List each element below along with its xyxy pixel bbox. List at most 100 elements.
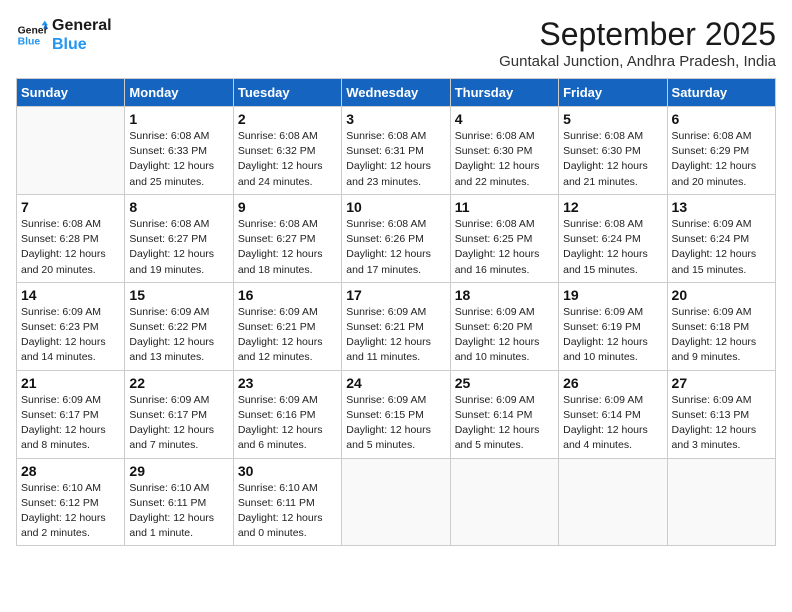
calendar-cell: 8 Sunrise: 6:08 AM Sunset: 6:27 PM Daylig… (125, 194, 233, 282)
calendar-cell: 13 Sunrise: 6:09 AM Sunset: 6:24 PM Dayli… (667, 194, 775, 282)
day-info: Sunrise: 6:08 AM Sunset: 6:28 PM Dayligh… (21, 218, 106, 276)
day-number: 7 (21, 199, 120, 215)
day-info: Sunrise: 6:09 AM Sunset: 6:15 PM Dayligh… (346, 394, 431, 452)
day-info: Sunrise: 6:09 AM Sunset: 6:17 PM Dayligh… (129, 394, 214, 452)
calendar-cell (559, 458, 667, 546)
day-header-sunday: Sunday (17, 79, 125, 107)
calendar-week-0: 1Sunrise: 6:08 AM Sunset: 6:33 PM Daylig… (17, 107, 776, 195)
day-number: 19 (563, 287, 662, 303)
day-number: 9 (238, 199, 337, 215)
header: General Blue General Blue September 2025… (16, 16, 776, 70)
calendar-cell: 7 Sunrise: 6:08 AM Sunset: 6:28 PM Daylig… (17, 194, 125, 282)
calendar-cell (667, 458, 775, 546)
day-info: Sunrise: 6:08 AM Sunset: 6:32 PM Dayligh… (238, 130, 323, 188)
calendar-cell: 26Sunrise: 6:09 AM Sunset: 6:14 PM Dayli… (559, 370, 667, 458)
day-number: 8 (129, 199, 228, 215)
calendar-week-4: 28Sunrise: 6:10 AM Sunset: 6:12 PM Dayli… (17, 458, 776, 546)
title-area: September 2025 Guntakal Junction, Andhra… (499, 16, 776, 70)
day-number: 10 (346, 199, 445, 215)
logo: General Blue General Blue (16, 16, 112, 54)
day-number: 21 (21, 375, 120, 391)
calendar-cell: 16 Sunrise: 6:09 AM Sunset: 6:21 PM Dayli… (233, 282, 341, 370)
day-number: 11 (455, 199, 554, 215)
calendar-cell: 17 Sunrise: 6:09 AM Sunset: 6:21 PM Dayli… (342, 282, 450, 370)
day-header-thursday: Thursday (450, 79, 558, 107)
day-info: Sunrise: 6:08 AM Sunset: 6:27 PM Dayligh… (238, 218, 323, 276)
day-info: Sunrise: 6:08 AM Sunset: 6:30 PM Dayligh… (563, 130, 648, 188)
day-info: Sunrise: 6:09 AM Sunset: 6:21 PM Dayligh… (346, 306, 431, 364)
calendar-body: 1Sunrise: 6:08 AM Sunset: 6:33 PM Daylig… (17, 107, 776, 546)
day-number: 4 (455, 111, 554, 127)
calendar-cell: 24 Sunrise: 6:09 AM Sunset: 6:15 PM Dayli… (342, 370, 450, 458)
calendar-cell: 4 Sunrise: 6:08 AM Sunset: 6:30 PM Daylig… (450, 107, 558, 195)
day-number: 16 (238, 287, 337, 303)
logo-icon: General Blue (16, 19, 48, 51)
calendar-cell: 20Sunrise: 6:09 AM Sunset: 6:18 PM Dayli… (667, 282, 775, 370)
day-info: Sunrise: 6:10 AM Sunset: 6:12 PM Dayligh… (21, 482, 106, 540)
calendar-header-row: SundayMondayTuesdayWednesdayThursdayFrid… (17, 79, 776, 107)
day-info: Sunrise: 6:09 AM Sunset: 6:19 PM Dayligh… (563, 306, 648, 364)
day-info: Sunrise: 6:09 AM Sunset: 6:22 PM Dayligh… (129, 306, 214, 364)
calendar-week-3: 21 Sunrise: 6:09 AM Sunset: 6:17 PM Dayli… (17, 370, 776, 458)
day-number: 14 (21, 287, 120, 303)
calendar-cell: 14 Sunrise: 6:09 AM Sunset: 6:23 PM Dayli… (17, 282, 125, 370)
day-info: Sunrise: 6:09 AM Sunset: 6:20 PM Dayligh… (455, 306, 540, 364)
day-number: 17 (346, 287, 445, 303)
calendar-cell: 2Sunrise: 6:08 AM Sunset: 6:32 PM Daylig… (233, 107, 341, 195)
calendar-week-1: 7 Sunrise: 6:08 AM Sunset: 6:28 PM Daylig… (17, 194, 776, 282)
day-number: 15 (129, 287, 228, 303)
logo-blue: Blue (52, 35, 112, 54)
day-number: 24 (346, 375, 445, 391)
day-number: 13 (672, 199, 771, 215)
calendar-cell: 18 Sunrise: 6:09 AM Sunset: 6:20 PM Dayli… (450, 282, 558, 370)
day-header-friday: Friday (559, 79, 667, 107)
day-number: 3 (346, 111, 445, 127)
day-info: Sunrise: 6:08 AM Sunset: 6:27 PM Dayligh… (129, 218, 214, 276)
day-info: Sunrise: 6:09 AM Sunset: 6:23 PM Dayligh… (21, 306, 106, 364)
day-info: Sunrise: 6:08 AM Sunset: 6:25 PM Dayligh… (455, 218, 540, 276)
day-number: 29 (129, 463, 228, 479)
calendar-cell (342, 458, 450, 546)
day-info: Sunrise: 6:08 AM Sunset: 6:29 PM Dayligh… (672, 130, 757, 188)
calendar-cell: 27 Sunrise: 6:09 AM Sunset: 6:13 PM Dayli… (667, 370, 775, 458)
day-info: Sunrise: 6:09 AM Sunset: 6:13 PM Dayligh… (672, 394, 757, 452)
calendar-cell: 11 Sunrise: 6:08 AM Sunset: 6:25 PM Dayli… (450, 194, 558, 282)
day-info: Sunrise: 6:09 AM Sunset: 6:14 PM Dayligh… (455, 394, 540, 452)
calendar-cell: 30Sunrise: 6:10 AM Sunset: 6:11 PM Dayli… (233, 458, 341, 546)
day-info: Sunrise: 6:10 AM Sunset: 6:11 PM Dayligh… (129, 482, 214, 540)
day-number: 27 (672, 375, 771, 391)
calendar-cell: 29 Sunrise: 6:10 AM Sunset: 6:11 PM Dayli… (125, 458, 233, 546)
calendar-cell: 23 Sunrise: 6:09 AM Sunset: 6:16 PM Dayli… (233, 370, 341, 458)
day-number: 23 (238, 375, 337, 391)
calendar-cell: 21 Sunrise: 6:09 AM Sunset: 6:17 PM Dayli… (17, 370, 125, 458)
day-number: 25 (455, 375, 554, 391)
logo-general: General (52, 16, 112, 35)
day-info: Sunrise: 6:10 AM Sunset: 6:11 PM Dayligh… (238, 482, 323, 540)
day-info: Sunrise: 6:08 AM Sunset: 6:30 PM Dayligh… (455, 130, 540, 188)
day-info: Sunrise: 6:09 AM Sunset: 6:18 PM Dayligh… (672, 306, 757, 364)
day-number: 12 (563, 199, 662, 215)
calendar-cell: 5 Sunrise: 6:08 AM Sunset: 6:30 PM Daylig… (559, 107, 667, 195)
day-number: 18 (455, 287, 554, 303)
calendar-cell: 22 Sunrise: 6:09 AM Sunset: 6:17 PM Dayli… (125, 370, 233, 458)
day-header-monday: Monday (125, 79, 233, 107)
month-title: September 2025 (499, 16, 776, 53)
calendar-cell (17, 107, 125, 195)
calendar-cell (450, 458, 558, 546)
calendar-cell: 1Sunrise: 6:08 AM Sunset: 6:33 PM Daylig… (125, 107, 233, 195)
location-title: Guntakal Junction, Andhra Pradesh, India (499, 53, 776, 70)
calendar-cell: 25 Sunrise: 6:09 AM Sunset: 6:14 PM Dayli… (450, 370, 558, 458)
day-header-tuesday: Tuesday (233, 79, 341, 107)
day-info: Sunrise: 6:09 AM Sunset: 6:24 PM Dayligh… (672, 218, 757, 276)
calendar-table: SundayMondayTuesdayWednesdayThursdayFrid… (16, 78, 776, 546)
calendar-cell: 9 Sunrise: 6:08 AM Sunset: 6:27 PM Daylig… (233, 194, 341, 282)
day-header-wednesday: Wednesday (342, 79, 450, 107)
day-number: 1 (129, 111, 228, 127)
day-number: 22 (129, 375, 228, 391)
day-info: Sunrise: 6:09 AM Sunset: 6:17 PM Dayligh… (21, 394, 106, 452)
day-info: Sunrise: 6:08 AM Sunset: 6:24 PM Dayligh… (563, 218, 648, 276)
day-number: 5 (563, 111, 662, 127)
day-header-saturday: Saturday (667, 79, 775, 107)
day-info: Sunrise: 6:09 AM Sunset: 6:21 PM Dayligh… (238, 306, 323, 364)
day-info: Sunrise: 6:09 AM Sunset: 6:16 PM Dayligh… (238, 394, 323, 452)
